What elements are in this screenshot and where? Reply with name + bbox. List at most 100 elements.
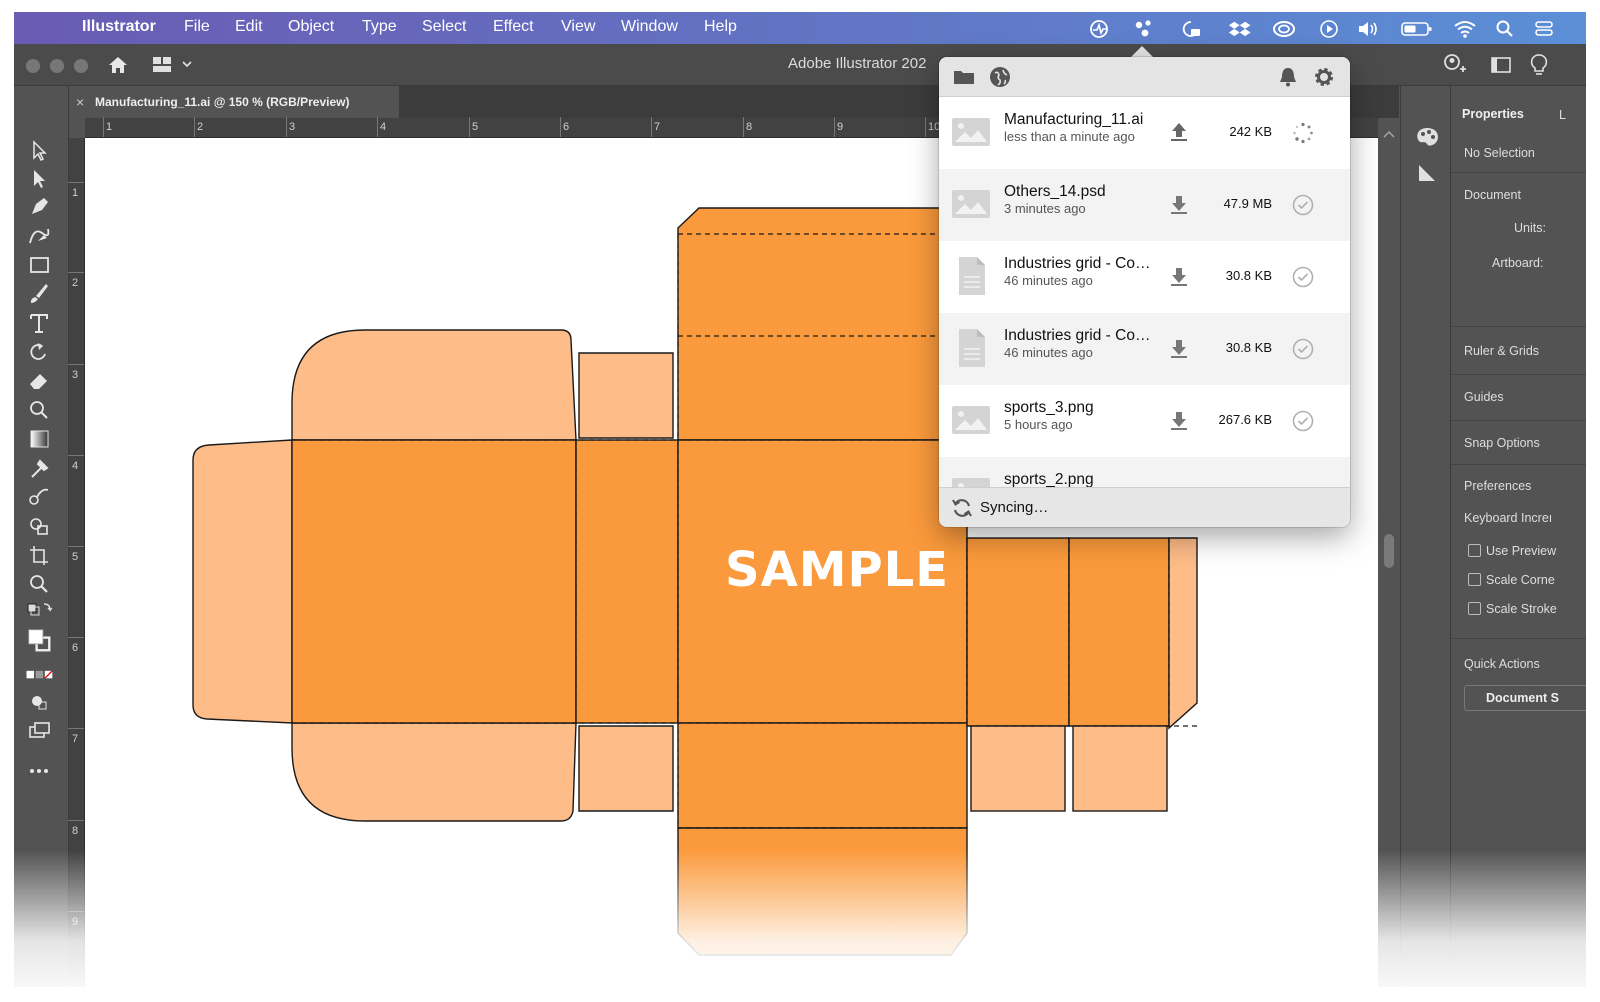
file-row[interactable]: sports_3.png 5 hours ago 267.6 KB <box>939 385 1350 457</box>
menu-select[interactable]: Select <box>422 18 466 36</box>
more-tools-icon[interactable] <box>24 758 54 784</box>
ruler-label: 6 <box>72 642 79 654</box>
paintbrush-tool-icon[interactable] <box>24 281 54 307</box>
tab-properties[interactable]: Properties <box>1451 100 1549 132</box>
activity-monitor-icon[interactable] <box>1088 19 1110 39</box>
ruler-grids-section[interactable]: Ruler & Grids <box>1464 344 1539 358</box>
ruler-label: 8 <box>72 825 79 837</box>
wifi-icon[interactable] <box>1453 19 1477 39</box>
screen-mode-icon[interactable] <box>24 718 54 744</box>
ruler-label: 7 <box>654 121 661 133</box>
curvature-tool-icon[interactable] <box>24 223 54 249</box>
folder-icon[interactable] <box>952 65 976 89</box>
home-icon[interactable] <box>107 54 129 76</box>
spotlight-search-icon[interactable] <box>1495 19 1515 39</box>
scale-strokes-checkbox[interactable]: Scale Stroke <box>1468 602 1557 616</box>
gradient-tool-icon[interactable] <box>24 426 54 452</box>
file-size: 30.8 KB <box>1225 268 1272 283</box>
properties-panel-icon[interactable] <box>1416 162 1438 184</box>
globe-icon[interactable] <box>988 65 1012 89</box>
document-setup-button[interactable]: Document S <box>1464 685 1586 711</box>
zoom-tool-icon[interactable] <box>24 571 54 597</box>
use-preview-checkbox[interactable]: Use Preview <box>1468 544 1556 558</box>
blend-tool-icon[interactable] <box>24 484 54 510</box>
ruler-label: 6 <box>563 121 570 133</box>
file-row[interactable]: Manufacturing_11.ai less than a minute a… <box>939 97 1350 169</box>
menu-type[interactable]: Type <box>362 18 397 36</box>
minimize-window-button[interactable] <box>50 59 64 73</box>
discover-lightbulb-icon[interactable] <box>1529 53 1549 77</box>
volume-icon[interactable] <box>1357 19 1381 39</box>
pen-tool-icon[interactable] <box>24 194 54 220</box>
color-palette-icon[interactable] <box>1414 126 1440 148</box>
guides-section[interactable]: Guides <box>1464 390 1504 404</box>
file-row[interactable]: Industries grid - Co… 46 minutes ago 30.… <box>939 241 1350 313</box>
arrange-documents-icon[interactable] <box>1490 55 1512 75</box>
vertical-ruler[interactable]: 1 2 3 4 5 6 7 8 9 <box>68 138 85 987</box>
artboard-tool-icon[interactable] <box>24 542 54 568</box>
menu-help[interactable]: Help <box>704 18 737 36</box>
control-center-icon[interactable] <box>1534 19 1554 39</box>
bell-icon[interactable] <box>1276 65 1300 89</box>
swap-fill-stroke-icon[interactable] <box>24 600 54 620</box>
sync-icon <box>952 499 972 517</box>
battery-icon[interactable] <box>1401 19 1433 39</box>
sync-status-text: Syncing… <box>980 499 1049 516</box>
units-label: Units: <box>1514 221 1546 235</box>
close-window-button[interactable] <box>26 59 40 73</box>
checkbox-icon[interactable] <box>1468 602 1481 615</box>
workspace-switcher-icon[interactable] <box>152 55 192 75</box>
upload-icon <box>1171 123 1187 141</box>
bottom-panel <box>677 722 968 829</box>
eraser-tool-icon[interactable] <box>24 368 54 394</box>
rectangle-tool-icon[interactable] <box>24 252 54 278</box>
menu-file[interactable]: File <box>184 18 210 36</box>
file-row[interactable]: Industries grid - Co… 46 minutes ago 30.… <box>939 313 1350 385</box>
ruler-label: 1 <box>72 187 79 199</box>
document-tab[interactable]: × Manufacturing_11.ai @ 150 % (RGB/Previ… <box>69 86 399 118</box>
left-top-tab <box>291 329 577 441</box>
cloud-lock-icon[interactable] <box>1180 19 1202 39</box>
puppet-warp-tool-icon[interactable] <box>24 397 54 423</box>
ruler-label: 4 <box>380 121 387 133</box>
menu-window[interactable]: Window <box>621 18 678 36</box>
scale-corners-checkbox[interactable]: Scale Corne <box>1468 573 1555 587</box>
menu-view[interactable]: View <box>561 18 595 36</box>
shape-builder-tool-icon[interactable] <box>24 513 54 539</box>
creative-cloud-icon[interactable] <box>1272 19 1296 39</box>
file-row[interactable]: Others_14.psd 3 minutes ago 47.9 MB <box>939 169 1350 241</box>
snap-options-section[interactable]: Snap Options <box>1464 436 1540 450</box>
scroll-up-icon[interactable] <box>1383 130 1395 138</box>
direct-selection-tool-icon[interactable] <box>24 166 54 192</box>
gear-icon[interactable] <box>1312 65 1336 89</box>
menu-edit[interactable]: Edit <box>235 18 263 36</box>
checkbox-icon[interactable] <box>1468 573 1481 586</box>
sample-watermark: SAMPLE <box>725 542 950 598</box>
color-mode-icons[interactable] <box>24 667 54 683</box>
selection-tool-icon[interactable] <box>24 138 54 164</box>
menu-effect[interactable]: Effect <box>493 18 534 36</box>
rotate-tool-icon[interactable] <box>24 339 54 365</box>
file-name: Industries grid - Co… <box>1004 327 1151 344</box>
eyedropper-tool-icon[interactable] <box>24 455 54 481</box>
scale-strokes-label: Scale Stroke <box>1486 602 1557 616</box>
draw-mode-icon[interactable] <box>24 689 54 715</box>
type-tool-icon[interactable] <box>24 310 54 336</box>
menu-app-name[interactable]: Illustrator <box>82 18 156 36</box>
tab-layers[interactable]: L <box>1559 108 1566 122</box>
sync-app-icon[interactable] <box>1133 19 1155 39</box>
fill-stroke-swatch[interactable] <box>24 623 54 657</box>
close-tab-icon[interactable]: × <box>76 94 84 110</box>
share-user-icon[interactable] <box>1442 53 1468 77</box>
checkbox-icon[interactable] <box>1468 544 1481 557</box>
ruler-label: 1 <box>106 121 113 133</box>
use-preview-label: Use Preview <box>1486 544 1557 558</box>
right-bottom-tab-2 <box>1072 725 1168 812</box>
scroll-thumb[interactable] <box>1384 534 1394 568</box>
dropbox-icon[interactable] <box>1228 19 1252 39</box>
play-icon[interactable] <box>1319 19 1339 39</box>
zoom-window-button[interactable] <box>74 59 88 73</box>
menu-object[interactable]: Object <box>288 18 334 36</box>
vertical-scrollbar[interactable] <box>1378 118 1400 987</box>
download-icon <box>1171 196 1187 214</box>
